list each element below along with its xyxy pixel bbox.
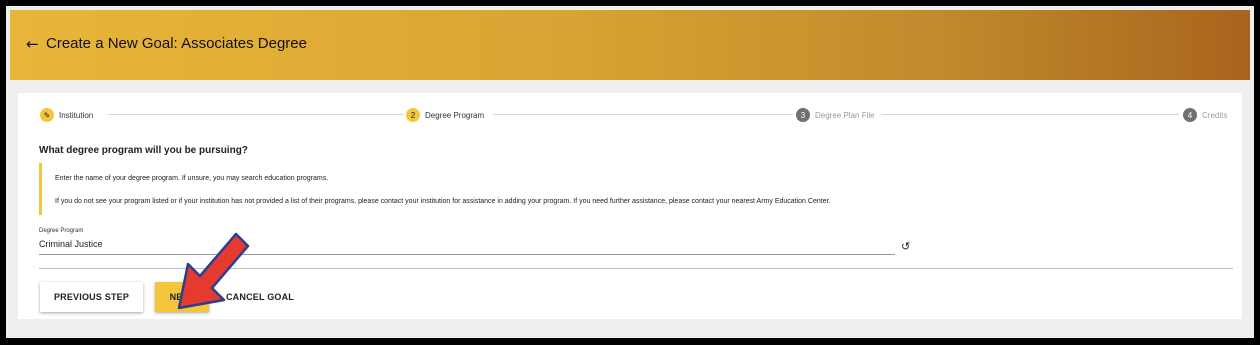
- info-text: Enter the name of your degree program. I…: [55, 175, 329, 182]
- info-text: If you do not see your program listed or…: [55, 198, 831, 205]
- step-credits[interactable]: 4 Credits: [1183, 108, 1227, 122]
- app-window: ← Create a New Goal: Associates Degree ✎…: [6, 6, 1254, 338]
- degree-program-input[interactable]: Criminal Justice: [39, 238, 895, 255]
- page-title: Create a New Goal: Associates Degree: [46, 35, 307, 52]
- undo-icon[interactable]: ↺: [901, 241, 910, 252]
- step-label: Degree Program: [425, 110, 485, 120]
- pencil-icon: ✎: [40, 108, 54, 122]
- step-number: 3: [796, 108, 810, 122]
- degree-program-label: Degree Program: [39, 228, 84, 234]
- form-question: What degree program will you be pursuing…: [39, 145, 248, 156]
- step-label: Degree Plan File: [815, 110, 875, 120]
- step-number: 2: [406, 108, 420, 122]
- step-degree-plan-file[interactable]: 3 Degree Plan File: [796, 108, 875, 122]
- step-degree-program[interactable]: 2 Degree Program: [406, 108, 484, 122]
- red-annotation-arrow: [177, 232, 250, 310]
- stepper: ✎ Institution 2 Degree Program 3 Degree …: [18, 93, 1242, 123]
- step-connector: [493, 114, 793, 115]
- step-connector: [881, 114, 1179, 115]
- page-header: ← Create a New Goal: Associates Degree: [10, 10, 1250, 80]
- step-label: Credits: [1202, 110, 1228, 120]
- step-connector: [108, 114, 404, 115]
- step-label: Institution: [59, 110, 94, 120]
- arrow-left-icon[interactable]: ←: [26, 34, 39, 54]
- previous-step-button[interactable]: PREVIOUS STEP: [40, 282, 143, 312]
- step-institution[interactable]: ✎ Institution: [40, 108, 93, 122]
- step-number: 4: [1183, 108, 1197, 122]
- info-callout: Enter the name of your degree program. I…: [39, 163, 1233, 215]
